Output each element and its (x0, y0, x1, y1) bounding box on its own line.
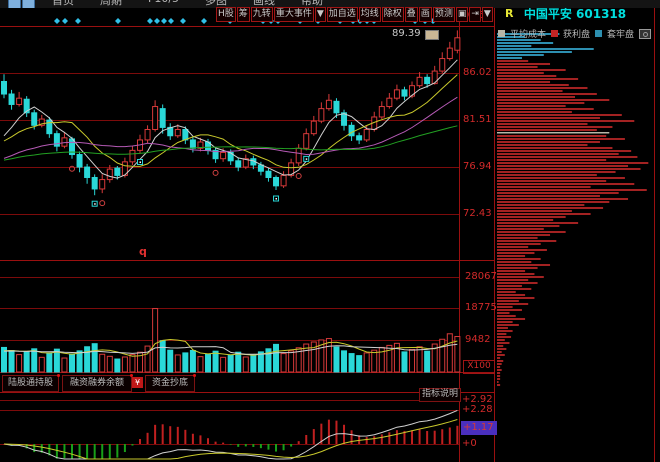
chips-button[interactable]: 筹 (237, 7, 250, 22)
exright-button[interactable]: 除权 (382, 7, 404, 22)
legend-label-avg-cost[interactable]: 平均成本 (510, 27, 546, 40)
add-watchlist-button[interactable]: 加自选 (327, 7, 358, 22)
volume-pane[interactable] (0, 261, 459, 372)
hot-icon: ¥ (132, 377, 143, 388)
price-tick-5: 72.43 (463, 208, 492, 220)
tab-fund-bottom-fishing[interactable]: 资金抄底 (145, 375, 195, 392)
window-icon[interactable] (8, 0, 21, 8)
vol-tick-2: 18775 (465, 302, 497, 314)
ma-button[interactable]: 均线 (359, 7, 381, 22)
major-event-button[interactable]: 重大事件 (274, 7, 314, 22)
legend-label-profit[interactable]: 获利盘 (563, 27, 590, 40)
jump-icon[interactable]: ⇥ (469, 7, 481, 22)
menu-item-f10[interactable]: F10/5 (148, 0, 179, 8)
tab-margin-balance[interactable]: 融资融券余额 (62, 375, 132, 392)
draw-button[interactable]: 画 (419, 7, 432, 22)
macd-tick-2: +2.28 (462, 404, 493, 416)
vol-tick-3: 9482 (465, 334, 490, 346)
indicator-help-button[interactable]: 指标说明 (419, 388, 461, 402)
q-signal-marker: q (139, 245, 147, 258)
legend-swatch-avg (498, 30, 505, 37)
forecast-button[interactable]: 预测 (433, 7, 455, 22)
price-tick-3: 81.51 (463, 114, 492, 126)
price-tick-2: 86.02 (463, 67, 492, 79)
price-tick-4: 76.94 (463, 161, 492, 173)
window-icon-2[interactable] (22, 0, 35, 8)
legend-label-trapped[interactable]: 套牢盘 (607, 27, 634, 40)
legend-swatch-trap (595, 30, 602, 37)
overlay-button[interactable]: 叠 (405, 7, 418, 22)
last-price-label: 89.39 (392, 28, 421, 39)
toolbar: H股 筹 九转 重大事件 ▼ 加自选 均线 除权 叠 画 预测 ▣ ⇥ ▼ (216, 7, 493, 22)
vol-tick-1: 28067 (465, 271, 497, 283)
legend-swatch-profit (551, 30, 558, 37)
chip-legend: 平均成本 获利盘 套牢盘 (498, 27, 658, 40)
nineturn-button[interactable]: 九转 (251, 7, 273, 22)
toolbar-dropdown-icon[interactable]: ▼ (482, 7, 493, 22)
app-window: 首页 周期 F10/5 多图 画线 帮助 H股 筹 九转 重大事件 ▼ 加自选 … (0, 0, 660, 462)
snapshot-icon[interactable] (639, 29, 651, 39)
note-flag-icon[interactable] (425, 30, 439, 40)
volume-unit-label: X100 (463, 360, 495, 374)
menu-item-period[interactable]: 周期 (100, 0, 122, 8)
main-chart-area[interactable] (0, 26, 459, 260)
menu-item-home[interactable]: 首页 (52, 0, 74, 8)
macd-tick-zero: +0 (462, 438, 477, 450)
hshare-button[interactable]: H股 (216, 7, 236, 22)
macd-current-value: +1.17 (461, 421, 497, 435)
major-event-dropdown-icon[interactable]: ▼ (315, 7, 326, 22)
chip-distribution-panel[interactable] (496, 33, 654, 462)
pin-icon[interactable]: ▣ (456, 7, 469, 22)
tab-northbound-holdings[interactable]: 陆股通持股 (2, 375, 59, 392)
indicator-pane[interactable] (0, 393, 459, 462)
